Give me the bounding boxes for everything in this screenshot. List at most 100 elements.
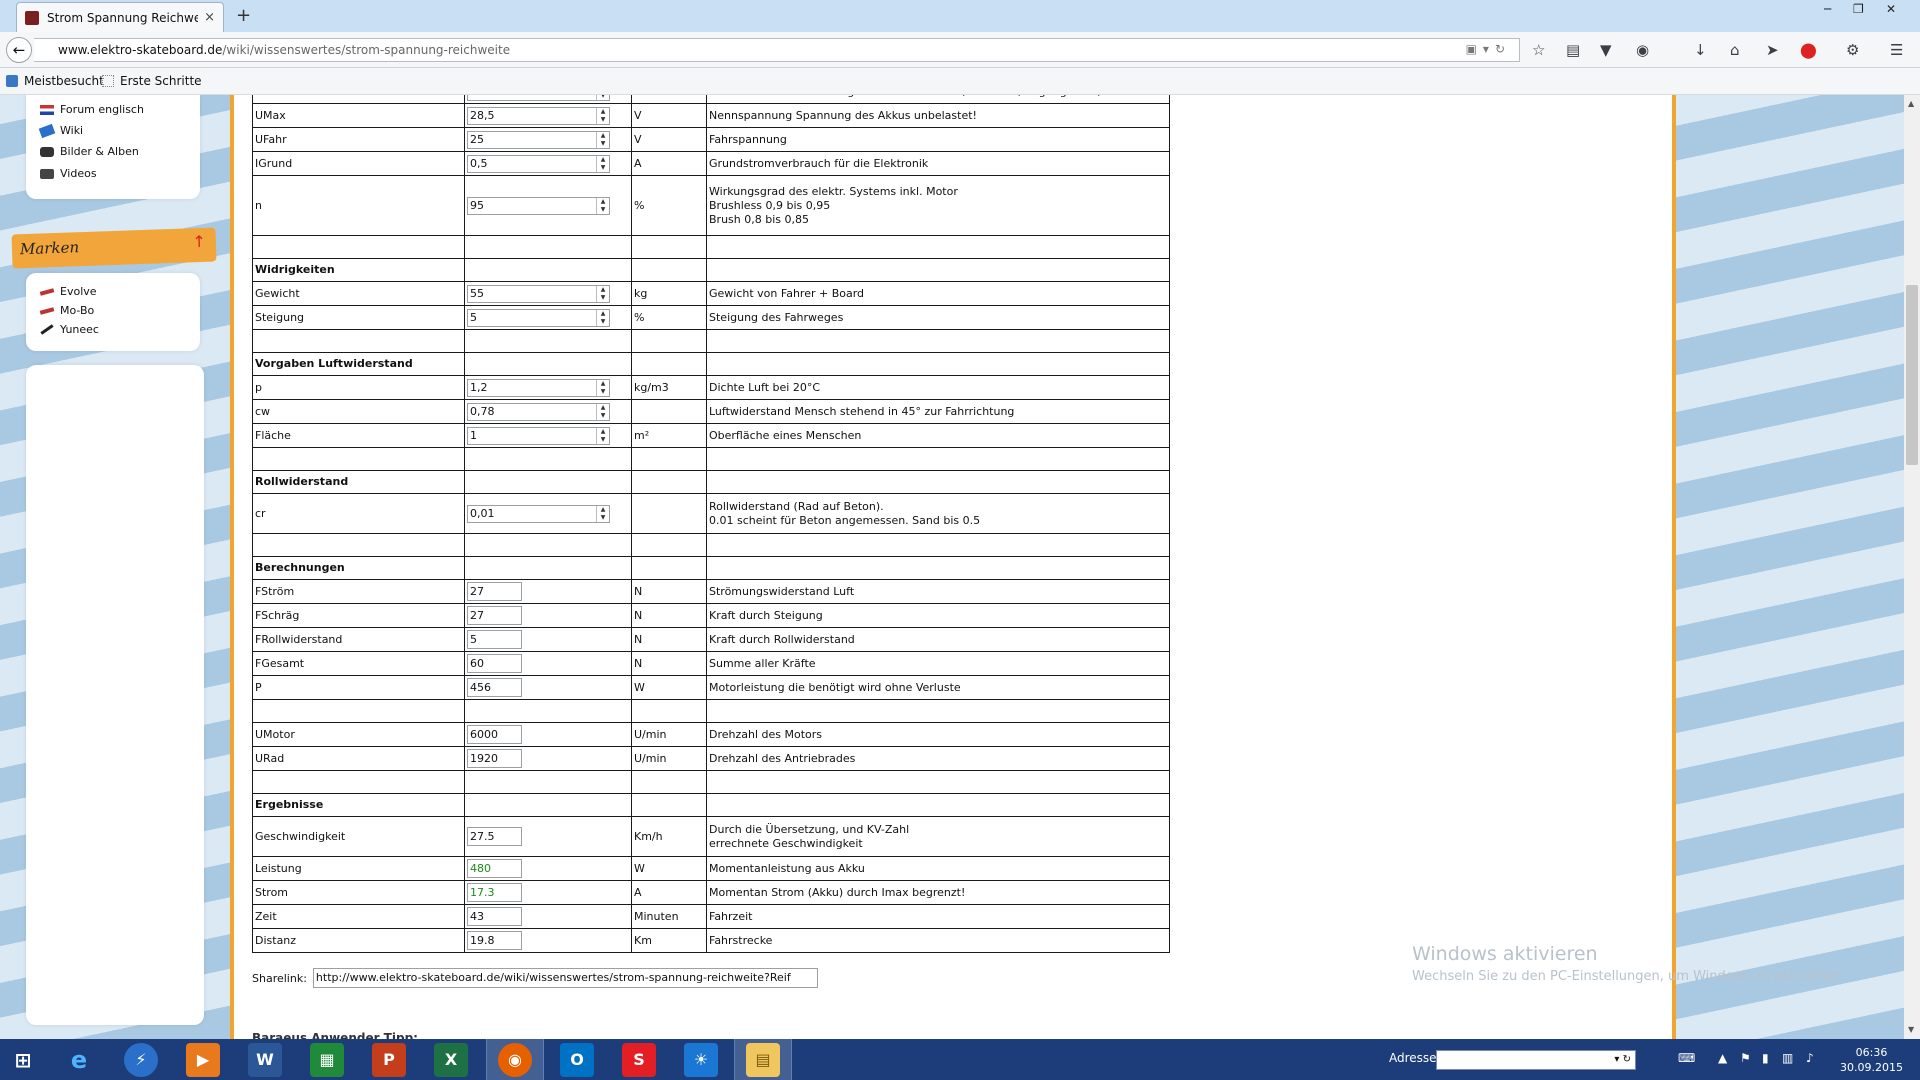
windows-start-icon[interactable]: ⊞ xyxy=(6,1043,40,1077)
volume-icon[interactable]: ♪ xyxy=(1806,1051,1814,1065)
sidebar-item-evolve[interactable]: Evolve xyxy=(39,285,97,298)
sidebar-item-yuneec[interactable]: Yuneec xyxy=(40,323,99,336)
spinner-arrows-icon[interactable]: ▲▼ xyxy=(596,155,609,172)
table-row: p 1,2 ▲ ▼ kg/m3 Dichte Luft bei 20°C xyxy=(252,375,1170,400)
url-actions-icon[interactable]: ▣▾↻ xyxy=(1466,42,1511,56)
spinner-arrows-icon[interactable]: ▲▼ xyxy=(596,505,609,522)
active-tab[interactable]: Strom Spannung Reichwei... × xyxy=(16,2,224,32)
spinner-arrows-icon[interactable]: ▲▼ xyxy=(596,197,609,214)
url-bar[interactable]: www.elektro-skateboard.de/wiki/wissenswe… xyxy=(34,38,1520,62)
brightness-app-icon[interactable]: ☀ xyxy=(684,1043,718,1077)
home-icon[interactable]: ⌂ xyxy=(1730,41,1740,59)
fgesamt-output[interactable]: 60 xyxy=(467,654,522,673)
imax-input[interactable]: 50▲▼ xyxy=(467,95,610,101)
section-row: Ergebnisse xyxy=(252,793,1170,817)
system-clock[interactable]: 06:36 30.09.2015 xyxy=(1840,1045,1903,1075)
bookmark-meistbesucht[interactable]: Meistbesucht xyxy=(6,74,104,88)
spinner-arrows-icon[interactable]: ▲▼ xyxy=(596,403,609,420)
speed-output[interactable]: 27.5 xyxy=(467,827,522,846)
close-window-icon[interactable]: ✕ xyxy=(1886,2,1896,16)
bookmarks-list-icon[interactable]: ▤ xyxy=(1566,41,1580,59)
section-row: Vorgaben Luftwiderstand xyxy=(252,352,1170,376)
zeit-output[interactable]: 43 xyxy=(467,907,522,926)
back-arrow-icon: ← xyxy=(12,41,26,59)
scroll-down-icon[interactable]: ▼ xyxy=(1908,1025,1914,1034)
browser-tab-bar: Strom Spannung Reichwei... × + ─ ❐ ✕ xyxy=(0,0,1920,32)
luftdichte-input[interactable]: 1,2 ▲ ▼ xyxy=(467,378,610,397)
word-icon[interactable]: W xyxy=(248,1043,282,1077)
cr-input[interactable]: 0,01 ▲ ▼ xyxy=(467,504,610,523)
adblock-icon[interactable]: ⬤ xyxy=(1800,41,1817,59)
sidebar-item-videos[interactable]: Videos xyxy=(40,167,97,180)
file-explorer-icon[interactable]: ▤ xyxy=(746,1043,780,1077)
share-icon[interactable]: ➤ xyxy=(1766,41,1779,59)
froll-output[interactable]: 5 xyxy=(467,630,522,649)
sparkasse-icon[interactable]: S xyxy=(622,1043,656,1077)
urad-output[interactable]: 1920 xyxy=(467,749,522,768)
address-input[interactable]: ▾ ↻ xyxy=(1436,1050,1636,1070)
marken-header[interactable]: Marken ↑ xyxy=(11,227,217,269)
flaeche-input[interactable]: 1 ▲ ▼ xyxy=(467,426,610,445)
spacer-row xyxy=(252,235,1170,259)
scroll-up-icon[interactable]: ▲ xyxy=(1908,99,1914,108)
sharelink-label: Sharelink: xyxy=(252,971,307,985)
fschraeg-output[interactable]: 27 xyxy=(467,606,522,625)
download-icon[interactable]: ↓ xyxy=(1694,41,1707,59)
menu-icon[interactable]: ☰ xyxy=(1890,41,1903,59)
spinner-arrows-icon[interactable]: ▲▼ xyxy=(596,309,609,326)
sidebar-item-wiki[interactable]: Wiki xyxy=(38,123,83,138)
steigung-input[interactable]: 5 ▲ ▼ xyxy=(467,308,610,327)
extension-icon[interactable]: ⚙ xyxy=(1846,41,1859,59)
battery-icon[interactable]: ▮ xyxy=(1762,1051,1769,1065)
scrollbar-thumb[interactable] xyxy=(1906,285,1918,465)
sharelink-input[interactable]: http://www.elektro-skateboard.de/wiki/wi… xyxy=(312,968,818,988)
pocket-icon[interactable]: ▼ xyxy=(1600,41,1612,59)
keyboard-icon[interactable]: ⌨ xyxy=(1678,1051,1695,1065)
site-favicon-icon xyxy=(25,10,39,25)
sidebar-item-forum-englisch[interactable]: Forum englisch xyxy=(40,103,144,116)
spinner-arrows-icon[interactable]: ▲▼ xyxy=(596,131,609,148)
restore-icon[interactable]: ❐ xyxy=(1853,2,1864,16)
minimize-icon[interactable]: ─ xyxy=(1824,2,1831,16)
umotor-output[interactable]: 6000 xyxy=(467,725,522,744)
power-output[interactable]: 456 xyxy=(467,678,522,697)
spinner-arrows-icon[interactable]: ▲▼ xyxy=(596,107,609,124)
distanz-output[interactable]: 19.8 xyxy=(467,931,522,950)
bookmark-star-icon[interactable]: ☆ xyxy=(1532,41,1545,59)
internet-explorer-icon[interactable]: e xyxy=(62,1043,96,1077)
media-player-icon[interactable]: ▶ xyxy=(186,1043,220,1077)
new-tab-button[interactable]: + xyxy=(236,5,251,26)
cw-input[interactable]: 0,78 ▲ ▼ xyxy=(467,402,610,421)
gewicht-input[interactable]: 55 ▲ ▼ xyxy=(467,284,610,303)
sidebar-item-bilder-alben[interactable]: Bilder & Alben xyxy=(40,145,139,158)
outlook-icon[interactable]: O xyxy=(560,1043,594,1077)
action-center-icon[interactable]: ⚑ xyxy=(1740,1051,1751,1065)
fstroem-output[interactable]: 27 xyxy=(467,582,522,601)
address-actions-icon[interactable]: ▾ ↻ xyxy=(1614,1054,1631,1065)
firefox-icon[interactable]: ◉ xyxy=(498,1043,532,1077)
arrow-up-icon[interactable]: ↑ xyxy=(192,232,206,251)
tray-expand-icon[interactable]: ▲ xyxy=(1718,1051,1727,1065)
addon-q-icon[interactable]: ◉ xyxy=(1636,41,1649,59)
umax-input[interactable]: 28,5 ▲ ▼ xyxy=(467,106,610,125)
network-signal-icon[interactable]: ▥ xyxy=(1782,1051,1793,1065)
spinner-arrows-icon[interactable]: ▲▼ xyxy=(596,427,609,444)
tab-close-icon[interactable]: × xyxy=(204,10,215,25)
planner-icon[interactable]: ▦ xyxy=(310,1043,344,1077)
bookmark-erste-schritte[interactable]: Erste Schritte xyxy=(102,74,202,88)
strom-output[interactable]: 17.3 xyxy=(467,883,522,902)
leistung-output[interactable]: 480 xyxy=(467,859,522,878)
spinner-arrows-icon[interactable]: ▲▼ xyxy=(596,285,609,302)
table-row: cr 0,01 ▲ ▼ Rollwiderstand (Rad auf Beton)… xyxy=(252,493,1170,534)
powerpoint-icon[interactable]: P xyxy=(372,1043,406,1077)
back-button[interactable]: ← xyxy=(6,37,32,63)
ufahr-input[interactable]: 25 ▲ ▼ xyxy=(467,130,610,149)
vertical-scrollbar[interactable]: ▲ ▼ xyxy=(1904,95,1920,1039)
spinner-arrows-icon[interactable]: ▲▼ xyxy=(596,95,609,100)
sidebar-item-mo-bo[interactable]: Mo-Bo xyxy=(39,304,94,317)
efficiency-input[interactable]: 95 ▲ ▼ xyxy=(467,196,610,215)
power-app-icon[interactable]: ⚡ xyxy=(124,1043,158,1077)
spinner-arrows-icon[interactable]: ▲▼ xyxy=(596,379,609,396)
igrund-input[interactable]: 0,5 ▲ ▼ xyxy=(467,154,610,173)
excel-icon[interactable]: X xyxy=(434,1043,468,1077)
